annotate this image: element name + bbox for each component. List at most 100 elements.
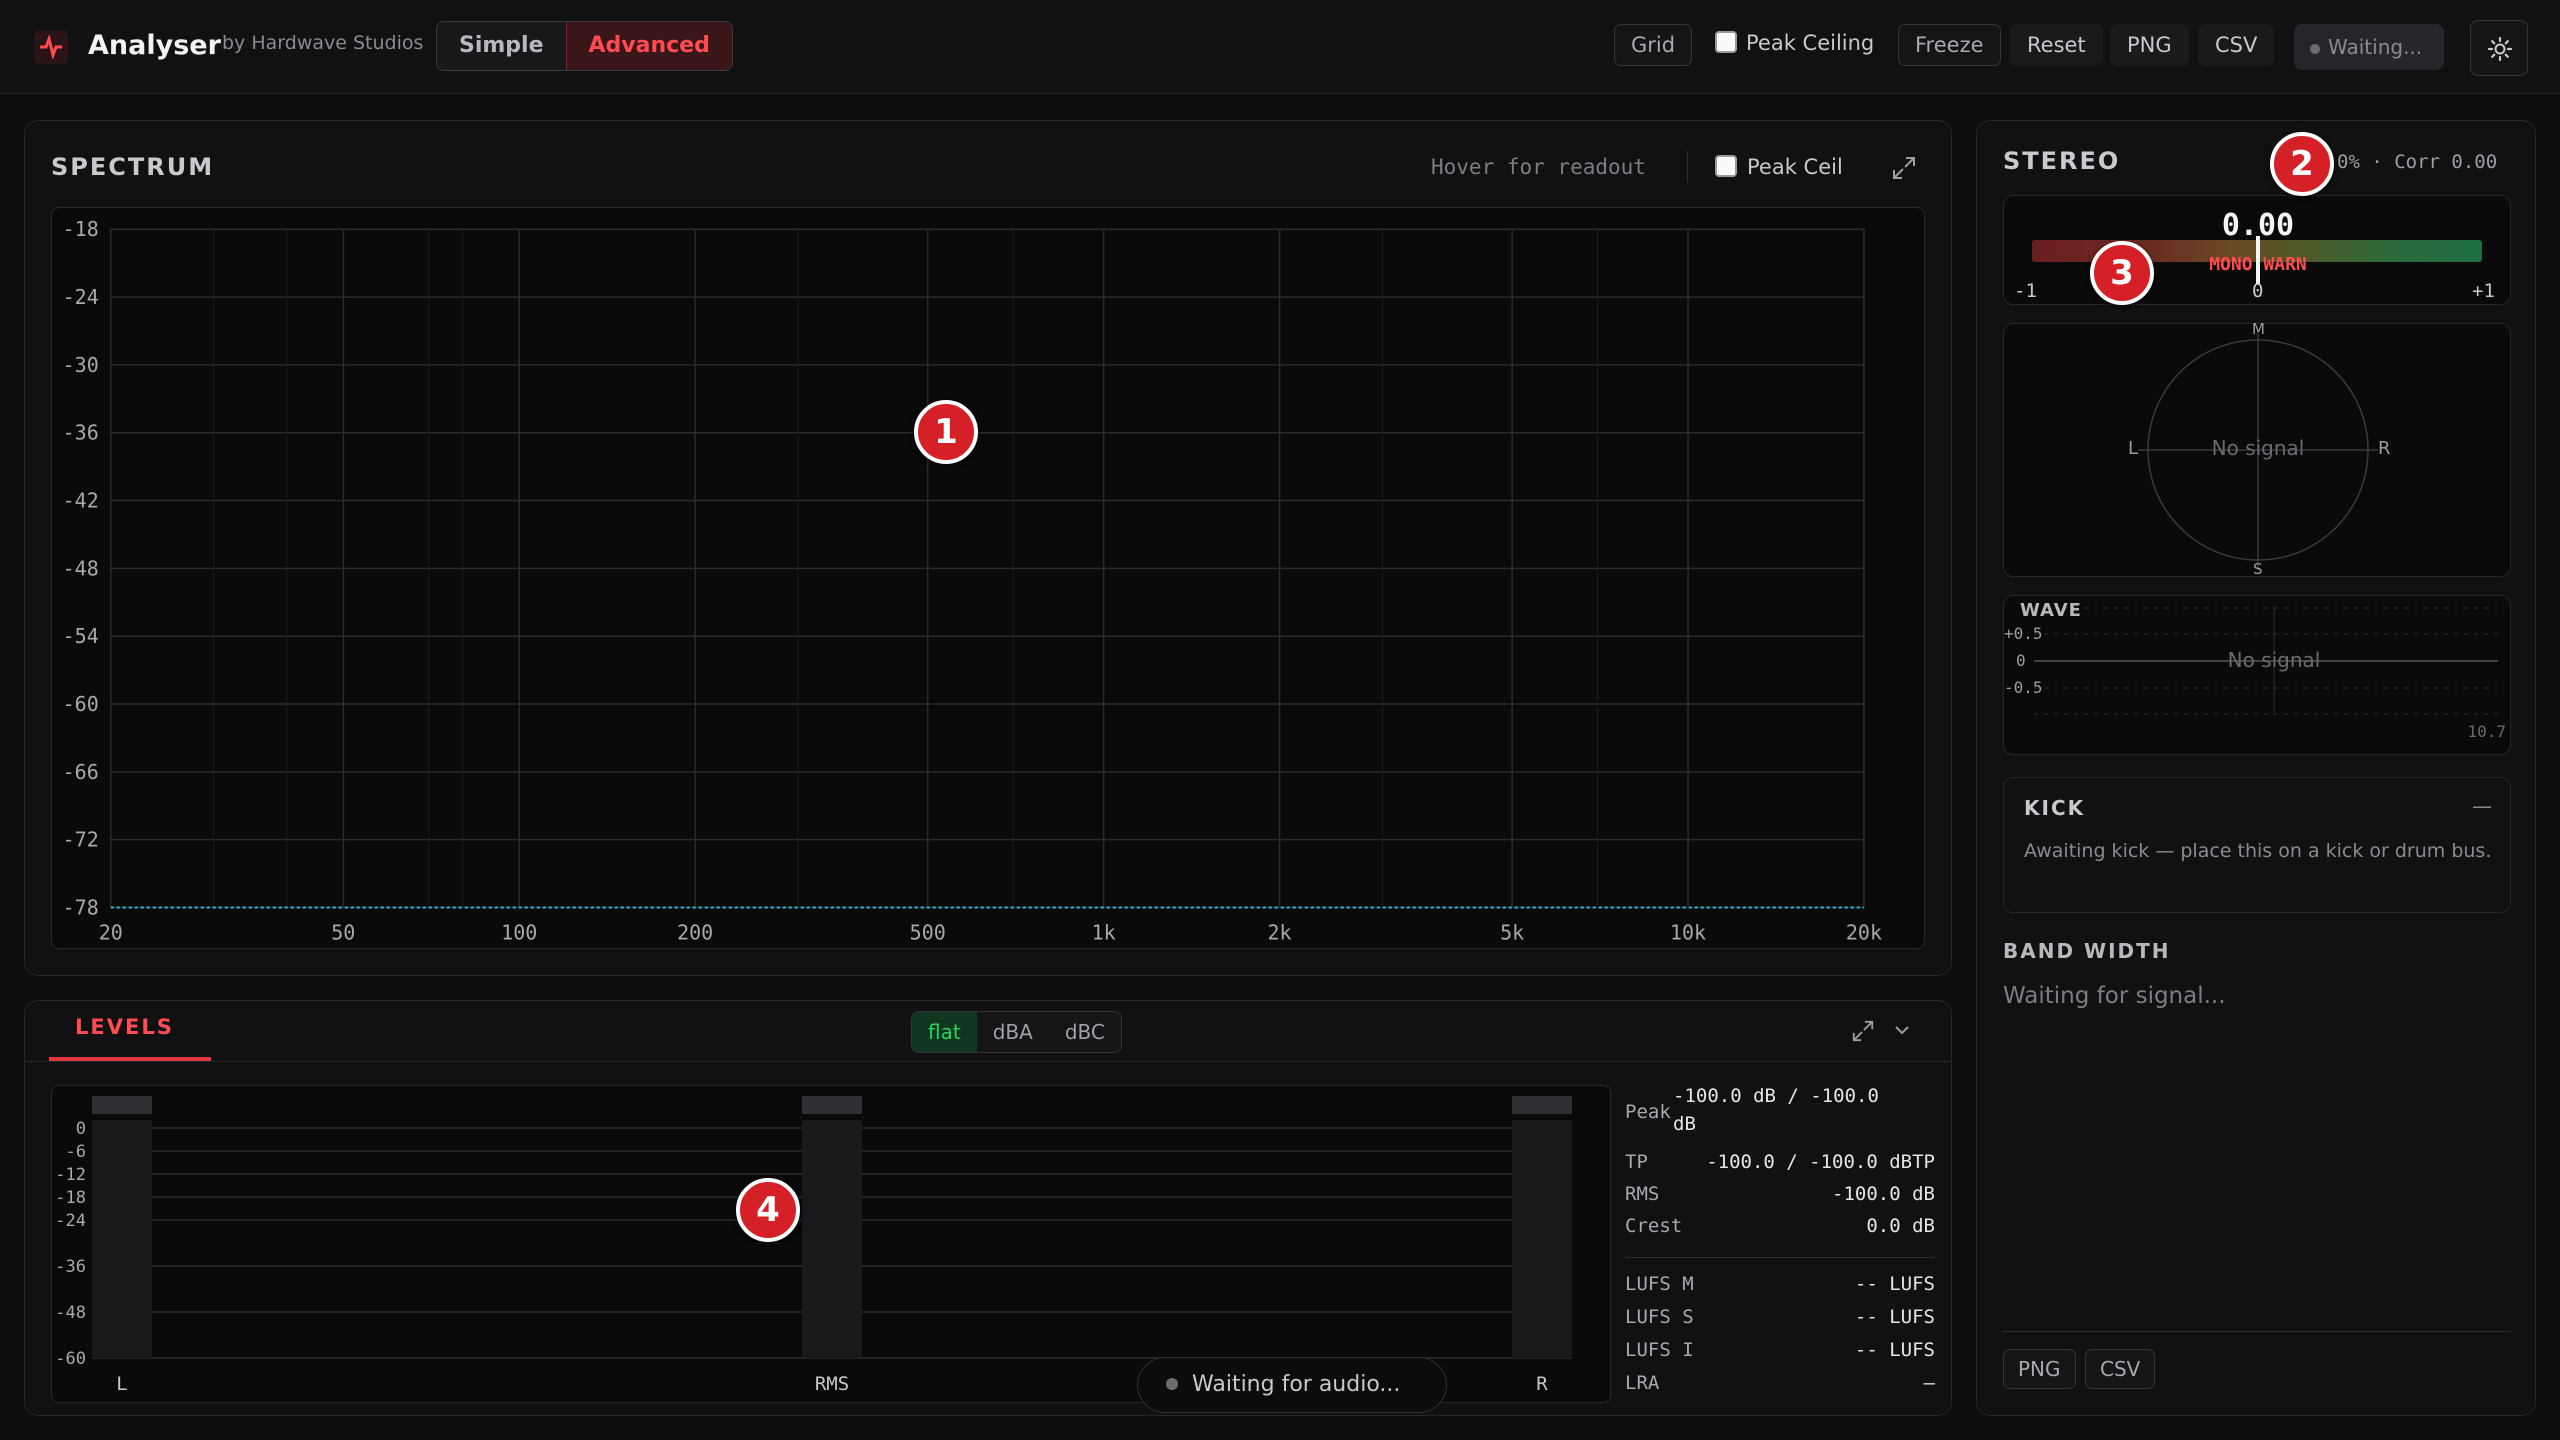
- stereo-title: STEREO: [2003, 147, 2121, 175]
- app-title: Analyser: [88, 30, 221, 61]
- x-tick-label: 20: [99, 921, 123, 945]
- corr-tick-max: +1: [2472, 280, 2495, 302]
- spectrum-peak-ceil-label: Peak Ceil: [1747, 155, 1843, 179]
- divider: [1687, 151, 1688, 183]
- stat-label: LRA: [1625, 1372, 1660, 1394]
- meter-scale-label: -60: [55, 1349, 86, 1369]
- vectorscope: M S L R No signal: [2003, 320, 2511, 578]
- mode-simple-button[interactable]: Simple: [437, 22, 566, 70]
- y-tick-label: -48: [63, 556, 99, 580]
- x-tick-label: 10k: [1670, 921, 1706, 945]
- settings-button[interactable]: [2470, 20, 2528, 76]
- spectrum-panel: SPECTRUM Hover for readout Peak Ceil -18…: [24, 120, 1952, 976]
- x-tick-label: 100: [501, 921, 537, 945]
- spectrum-peak-ceil-toggle[interactable]: Peak Ceil: [1715, 155, 1843, 179]
- chevron-down-icon[interactable]: [1893, 1023, 1911, 1037]
- stat-lufs-i: LUFS I -- LUFS: [1625, 1339, 1935, 1361]
- meter-bar: [92, 1120, 152, 1358]
- spectrum-peak-ceil-checkbox[interactable]: [1715, 155, 1737, 177]
- stat-label: RMS: [1625, 1183, 1660, 1205]
- peak-ceiling-label: Peak Ceiling: [1746, 31, 1875, 55]
- band-width-title: BAND WIDTH: [2003, 939, 2171, 963]
- status-indicator: Waiting...: [2294, 24, 2444, 70]
- weighting-dbc-button[interactable]: dBC: [1048, 1012, 1121, 1052]
- waiting-text: Waiting for audio...: [1192, 1372, 1401, 1397]
- divider: [1625, 1257, 1935, 1258]
- corr-tick-zero: 0: [2252, 280, 2264, 302]
- app-logo-icon: [34, 30, 68, 64]
- expand-icon[interactable]: [1851, 1019, 1875, 1043]
- mono-warning: MONO WARN: [2209, 254, 2307, 275]
- weighting-toggle: flat dBA dBC: [911, 1011, 1122, 1053]
- mode-toggle: Simple Advanced: [436, 21, 733, 71]
- wave-tick-pos: +0.5: [2004, 624, 2043, 643]
- divider: [2003, 1331, 2511, 1332]
- band-width-status: Waiting for signal...: [2003, 983, 2226, 1009]
- annotation-marker-4: 4: [736, 1178, 800, 1242]
- stat-value: 0.0 dB: [1866, 1215, 1935, 1237]
- y-tick-label: -36: [63, 421, 99, 445]
- status-dot-icon: [2310, 43, 2320, 54]
- stat-label: Peak: [1625, 1101, 1671, 1123]
- kick-title: KICK: [2024, 796, 2086, 820]
- meter-label: R: [1536, 1373, 1548, 1395]
- y-tick-label: -72: [63, 828, 99, 852]
- stat-rms: RMS -100.0 dB: [1625, 1183, 1935, 1205]
- tab-levels[interactable]: LEVELS: [75, 1015, 174, 1039]
- stereo-export-csv-button[interactable]: CSV: [2085, 1349, 2156, 1389]
- stat-value: -- LUFS: [1854, 1273, 1935, 1295]
- x-tick-label: 5k: [1500, 921, 1524, 945]
- export-png-button[interactable]: PNG: [2110, 24, 2189, 66]
- y-tick-label: -18: [63, 217, 99, 241]
- mode-advanced-button[interactable]: Advanced: [565, 22, 732, 70]
- stat-label: LUFS S: [1625, 1306, 1694, 1328]
- stat-value: -100.0 / -100.0 dBTP: [1706, 1151, 1935, 1173]
- y-tick-label: -24: [63, 285, 99, 309]
- divider: [25, 1061, 1951, 1062]
- x-tick-label: 2k: [1268, 921, 1292, 945]
- weighting-flat-button[interactable]: flat: [912, 1012, 977, 1052]
- x-tick-label: 1k: [1092, 921, 1116, 945]
- waveform-view: WAVE +0.5 0 -0.5 No signal 10.7: [2003, 595, 2511, 755]
- wave-no-signal: No signal: [2227, 648, 2321, 672]
- stat-value: -100.0 dB / -100.0: [1673, 1085, 1879, 1107]
- weighting-dba-button[interactable]: dBA: [976, 1012, 1049, 1052]
- stat-crest: Crest 0.0 dB: [1625, 1215, 1935, 1237]
- x-tick-label: 200: [677, 921, 713, 945]
- export-csv-button[interactable]: CSV: [2198, 24, 2275, 66]
- stat-tp: TP -100.0 / -100.0 dBTP: [1625, 1151, 1935, 1173]
- meter-peak-hold: [1512, 1096, 1572, 1114]
- stereo-readout: 0% · Corr 0.00: [2337, 151, 2498, 173]
- scope-label-m: M: [2252, 320, 2265, 338]
- freeze-button[interactable]: Freeze: [1898, 24, 2001, 66]
- stat-lufs-m: LUFS M -- LUFS: [1625, 1273, 1935, 1295]
- grid-button[interactable]: Grid: [1614, 24, 1693, 66]
- wave-tick-neg: -0.5: [2004, 678, 2043, 697]
- y-tick-label: -54: [63, 624, 99, 648]
- status-text: Waiting...: [2328, 35, 2423, 59]
- stat-value: -- LUFS: [1854, 1339, 1935, 1361]
- meter-scale-label: -48: [55, 1303, 86, 1323]
- meter-scale-label: -18: [55, 1188, 86, 1208]
- y-tick-label: -66: [63, 760, 99, 784]
- meter-scale-label: -24: [55, 1211, 86, 1231]
- stat-label: LUFS I: [1625, 1339, 1694, 1361]
- reset-button[interactable]: Reset: [2010, 24, 2103, 66]
- kick-collapse-button[interactable]: —: [2472, 794, 2492, 818]
- stat-value: dB: [1673, 1113, 1696, 1135]
- peak-ceiling-toggle[interactable]: Peak Ceiling: [1715, 31, 1874, 55]
- meter-scale-label: -36: [55, 1257, 86, 1277]
- peak-ceiling-checkbox[interactable]: [1715, 31, 1737, 53]
- stat-value: —: [1923, 1372, 1935, 1394]
- annotation-marker-3: 3: [2090, 241, 2154, 305]
- corr-tick-min: -1: [2014, 280, 2037, 302]
- wave-title: WAVE: [2020, 600, 2082, 621]
- top-bar: Analyser by Hardwave Studios Simple Adva…: [0, 0, 2560, 94]
- stat-value: -100.0 dB: [1832, 1183, 1935, 1205]
- expand-icon[interactable]: [1891, 155, 1917, 181]
- level-meters: 0 -6 -12 -18 -24 -36 -48 -60 L RMS R: [51, 1085, 1611, 1403]
- spectrum-plot[interactable]: -18 -24 -30 -36 -42 -48 -54 -60 -66 -72 -78 20 50 100…: [51, 207, 1925, 949]
- kick-message: Awaiting kick — place this on a kick or …: [2024, 840, 2492, 862]
- meter-bar: [802, 1120, 862, 1358]
- stereo-export-png-button[interactable]: PNG: [2003, 1349, 2076, 1389]
